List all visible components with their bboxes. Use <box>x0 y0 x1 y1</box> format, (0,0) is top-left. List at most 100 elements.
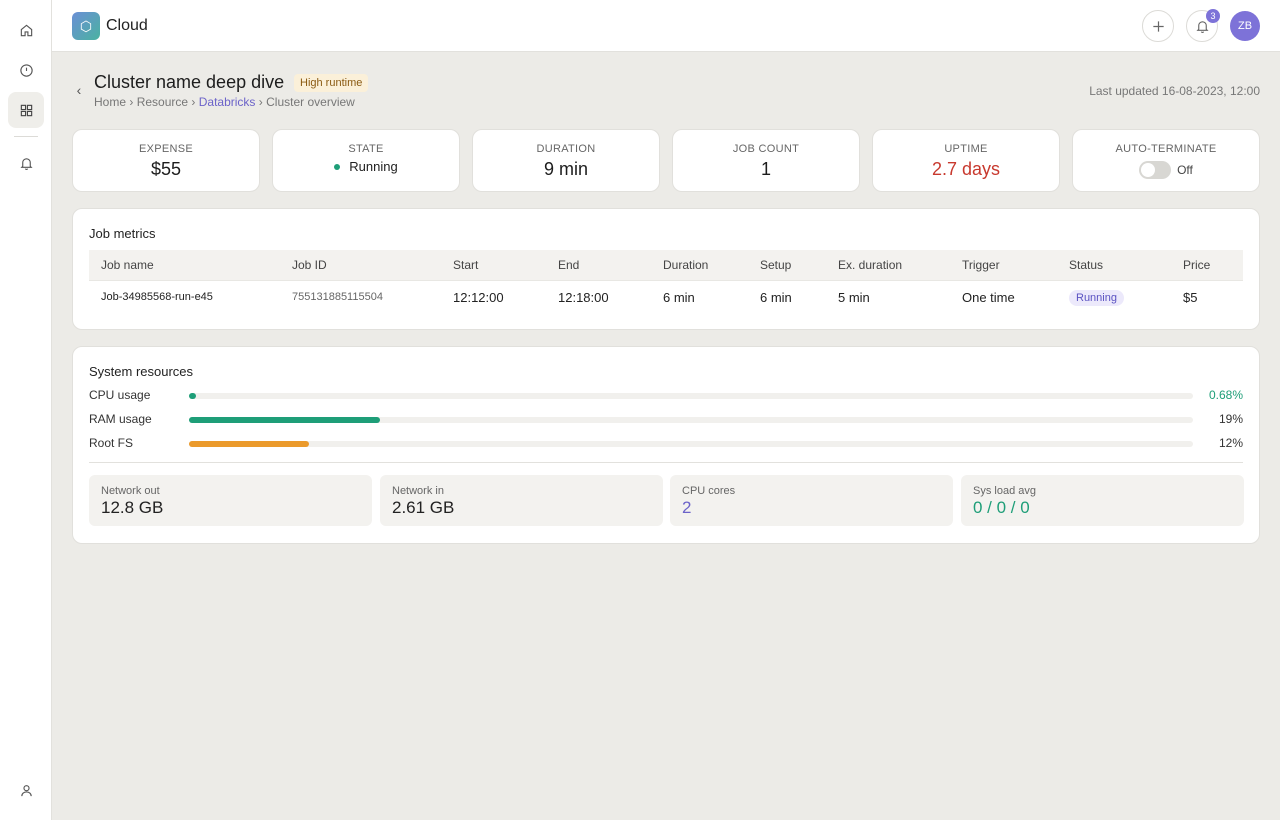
uptime-label: UPTIME <box>944 143 988 155</box>
state-card: STATE Running <box>272 129 460 192</box>
column-header[interactable]: Status <box>1057 250 1171 280</box>
user-avatar[interactable]: ZB <box>1230 11 1260 41</box>
ram-usage-row: RAM usage 19% <box>89 412 1243 428</box>
column-header[interactable]: End <box>546 250 651 280</box>
end-cell: 12:18:00 <box>546 279 651 314</box>
high-runtime-badge: High runtime <box>294 74 369 92</box>
state-value: Running <box>349 159 398 174</box>
network-out-card: Network out 12.8 GB <box>89 475 372 526</box>
breadcrumb-databricks[interactable]: Databricks <box>199 95 256 109</box>
job-id-cell: 755131885115504 <box>280 279 441 314</box>
cpu-cores-value: 2 <box>682 498 692 517</box>
uptime-card: UPTIME 2.7 days <box>872 129 1060 192</box>
network-in-card: Network in 2.61 GB <box>380 475 663 526</box>
job-metrics-title: Job metrics <box>89 226 156 241</box>
job-metrics-table: Job name Job ID Start End Duration Setup… <box>89 250 1243 314</box>
duration-cell: 6 min <box>651 279 748 314</box>
breadcrumb-separator: › <box>258 95 263 109</box>
status-cell: Running <box>1057 279 1171 314</box>
toggle-knob <box>1141 163 1156 177</box>
network-out-value: 12.8 GB <box>101 498 164 517</box>
grid-icon <box>20 104 32 116</box>
ex-duration-cell: 5 min <box>826 279 950 314</box>
column-header[interactable]: Start <box>441 250 546 280</box>
breadcrumb-home[interactable]: Home <box>94 95 126 109</box>
column-header[interactable]: Setup <box>748 250 826 280</box>
trigger-cell: One time <box>950 279 1057 314</box>
cpu-usage-bar <box>189 393 196 399</box>
auto-terminate-value: Off <box>1177 163 1193 177</box>
ram-usage-label: RAM usage <box>89 412 152 426</box>
auto-terminate-card: AUTO-TERMINATE Off <box>1072 129 1260 192</box>
job-name-cell[interactable]: Job-34985568-run-e45 <box>89 279 280 314</box>
root-fs-label: Root FS <box>89 436 134 450</box>
system-resources-panel: System resources CPU usage 0.68% RAM usa… <box>72 346 1260 544</box>
running-status-dot <box>334 163 341 170</box>
rail-profile-button[interactable] <box>8 772 44 808</box>
chevron-left-icon: ‹ <box>76 82 82 98</box>
app-name: Cloud <box>106 17 148 34</box>
add-button[interactable] <box>1142 10 1174 42</box>
rail-grid-button[interactable] <box>8 92 44 128</box>
ram-usage-bar <box>189 417 380 423</box>
cpu-cores-label: CPU cores <box>682 485 736 497</box>
status-badge: Running <box>1069 289 1124 306</box>
user-icon <box>20 784 32 796</box>
breadcrumb-resource[interactable]: Resource <box>137 95 188 109</box>
ram-usage-value: 19% <box>1218 412 1243 426</box>
start-cell: 12:12:00 <box>441 279 546 314</box>
page-title: Cluster name deep dive <box>94 72 285 92</box>
rail-home-button[interactable] <box>8 12 44 48</box>
table-row[interactable]: Job-34985568-run-e45 755131885115504 12:… <box>89 279 1243 314</box>
column-header[interactable]: Job name <box>89 250 280 280</box>
network-in-value: 2.61 GB <box>392 498 455 517</box>
notifications-button[interactable]: 3 <box>1186 9 1220 42</box>
column-header[interactable]: Trigger <box>950 250 1057 280</box>
duration-label: DURATION <box>536 143 596 155</box>
plus-icon <box>1152 20 1164 32</box>
breadcrumb-separator: › <box>129 95 134 109</box>
root-fs-track <box>189 441 1193 447</box>
hexagon-icon: ⬡ <box>79 17 93 34</box>
expense-label: EXPENSE <box>138 143 194 155</box>
back-button[interactable]: ‹ <box>72 81 86 99</box>
cpu-usage-row: CPU usage 0.68% <box>89 388 1243 404</box>
cpu-usage-value: 0.68% <box>1208 388 1243 402</box>
price-cell: $5 <box>1171 279 1243 314</box>
home-icon <box>20 24 32 36</box>
sys-load-avg-label: Sys load avg <box>973 485 1036 497</box>
top-bar: ⬡ Cloud 3 ZB <box>52 0 1280 52</box>
breadcrumb-current: Cluster overview <box>266 95 355 109</box>
job-count-value: 1 <box>760 159 771 179</box>
state-label: STATE <box>348 143 384 155</box>
sys-load-avg-value: 0 / 0 / 0 <box>973 498 1030 517</box>
resources-divider <box>89 462 1243 463</box>
duration-value: 9 min <box>543 159 588 179</box>
network-out-label: Network out <box>101 485 160 497</box>
job-count-card: JOB COUNT 1 <box>672 129 860 192</box>
clock-icon <box>19 63 33 77</box>
notification-count-badge: 3 <box>1206 9 1220 23</box>
sys-load-avg-card: Sys load avg 0 / 0 / 0 <box>961 475 1244 526</box>
root-fs-bar <box>189 441 310 447</box>
rail-divider <box>14 136 38 137</box>
column-header[interactable]: Job ID <box>280 250 441 280</box>
expense-card: EXPENSE $55 <box>72 129 260 192</box>
breadcrumb: Home › Resource › Databricks › Cluster o… <box>94 95 355 109</box>
column-header[interactable]: Duration <box>651 250 748 280</box>
job-count-label: JOB COUNT <box>732 143 800 155</box>
job-metrics-panel: Job metrics Job name Job ID Start End Du… <box>72 208 1260 330</box>
setup-cell: 6 min <box>748 279 826 314</box>
cpu-usage-track <box>189 393 1193 399</box>
duration-card: DURATION 9 min <box>472 129 660 192</box>
auto-terminate-toggle[interactable] <box>1139 161 1172 179</box>
column-header[interactable]: Ex. duration <box>826 250 950 280</box>
ram-usage-track <box>189 417 1193 423</box>
rail-alerts-button[interactable] <box>8 145 44 181</box>
breadcrumb-separator: › <box>191 95 196 109</box>
rail-clock-button[interactable] <box>8 52 44 88</box>
column-header[interactable]: Price <box>1171 250 1243 280</box>
table-header-row: Job name Job ID Start End Duration Setup… <box>89 250 1243 280</box>
cpu-cores-card: CPU cores 2 <box>670 475 953 526</box>
app-logo[interactable]: ⬡ <box>72 12 100 40</box>
